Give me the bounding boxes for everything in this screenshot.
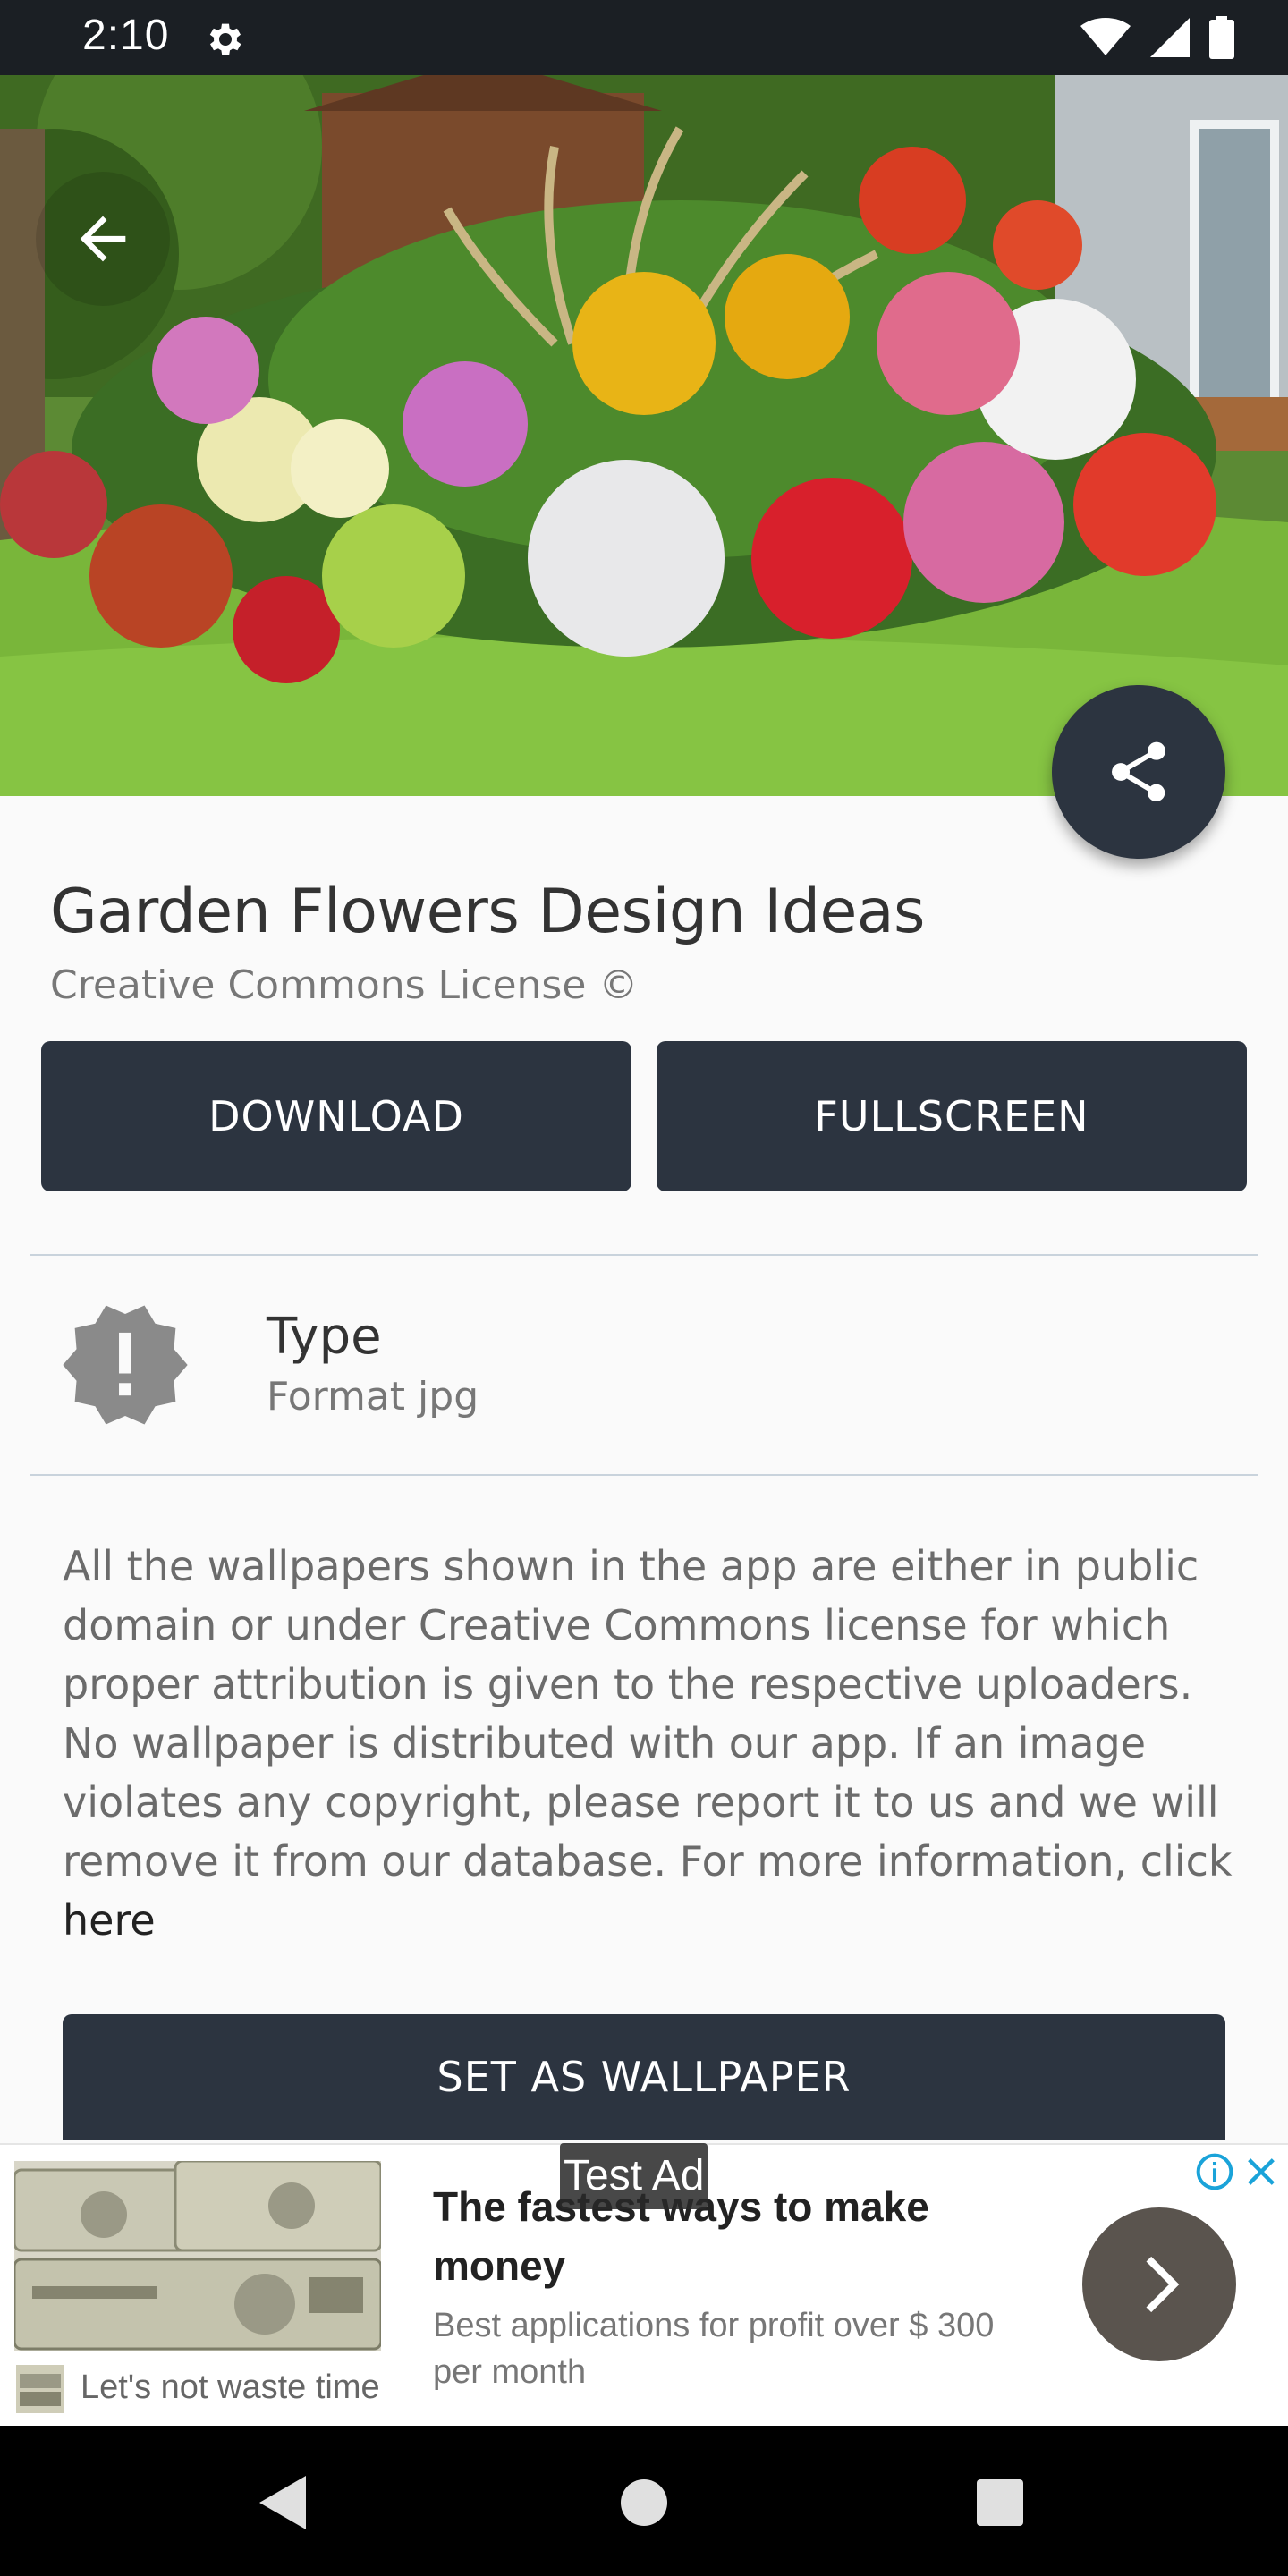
ad-image[interactable] <box>14 2161 381 2351</box>
ad-info-icon[interactable] <box>1195 2152 1234 2191</box>
divider <box>30 1474 1258 1476</box>
type-value: Format jpg <box>267 1374 479 1419</box>
back-button[interactable] <box>36 172 170 306</box>
battery-icon <box>1209 16 1234 59</box>
status-time: 2:10 <box>82 12 170 59</box>
nav-back-icon[interactable] <box>259 2476 309 2529</box>
system-nav-bar <box>0 2426 1288 2576</box>
test-ad-badge: Test Ad <box>560 2143 708 2209</box>
chevron-right-icon <box>1146 2256 1180 2313</box>
ad-headline[interactable]: The fastest ways to make money <box>433 2177 1005 2295</box>
copyright-notice: All the wallpapers shown in the app are … <box>63 1537 1252 1950</box>
ad-sponsor-thumbnail <box>16 2365 64 2413</box>
download-button[interactable]: DOWNLOAD <box>41 1041 631 1191</box>
signal-icon <box>1150 18 1190 57</box>
license-label: Creative Commons License © <box>50 962 639 1008</box>
copyright-notice-text: All the wallpapers shown in the app are … <box>63 1542 1233 1885</box>
ad-sponsor-text: Let's not waste time <box>80 2368 380 2406</box>
nav-home-icon[interactable] <box>621 2479 667 2526</box>
alert-badge-icon <box>63 1305 188 1425</box>
nav-recents-icon[interactable] <box>977 2479 1023 2526</box>
fullscreen-button[interactable]: FULLSCREEN <box>657 1041 1247 1191</box>
ad-cta-button[interactable] <box>1082 2207 1236 2361</box>
back-arrow-icon <box>80 216 126 262</box>
share-icon <box>1112 741 1165 801</box>
wifi-icon <box>1080 18 1131 55</box>
close-icon[interactable] <box>1243 2154 1279 2190</box>
status-bar: 2:10 <box>0 0 1288 75</box>
set-wallpaper-button[interactable]: SET AS WALLPAPER <box>63 2014 1225 2140</box>
type-label: Type <box>267 1308 382 1366</box>
gear-icon <box>209 23 242 55</box>
share-button[interactable] <box>1052 685 1225 859</box>
divider <box>30 1254 1258 1256</box>
page-title: Garden Flowers Design Ideas <box>50 877 925 947</box>
status-icons <box>1080 16 1234 59</box>
more-info-link[interactable]: here <box>63 1896 156 1945</box>
wallpaper-preview-image[interactable] <box>0 75 1288 796</box>
ad-body-text: Best applications for profit over $ 300 … <box>433 2307 995 2391</box>
